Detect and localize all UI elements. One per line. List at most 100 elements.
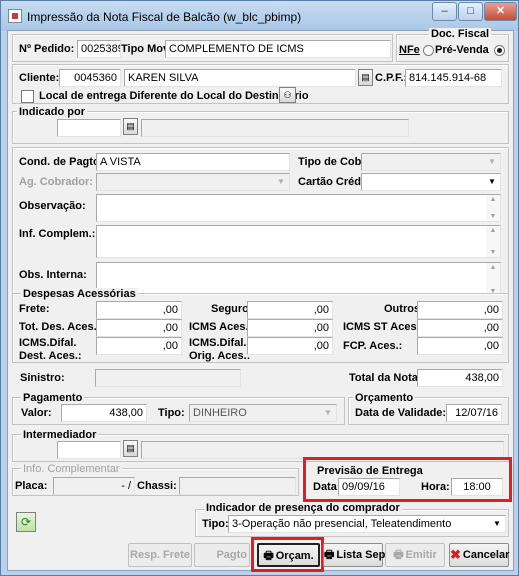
refresh-button[interactable]: ⟳ (16, 512, 36, 532)
cliente-search-button[interactable]: ▤ (358, 69, 373, 86)
obs-interna-textarea[interactable]: ▲ ▼ (96, 262, 501, 297)
chassi-field[interactable] (179, 477, 296, 495)
observacao-textarea[interactable]: ▲ ▼ (96, 194, 501, 222)
title-bar[interactable]: Impressão da Nota Fiscal de Balcão (w_bl… (1, 1, 518, 31)
valor-field[interactable]: 438,00 (61, 404, 147, 422)
indicado-title: Indicado por (17, 106, 87, 118)
indicado-codigo-field[interactable] (57, 119, 121, 137)
presenca-tipo-label: Tipo: (202, 518, 229, 530)
outros-field[interactable]: ,00 (417, 301, 503, 319)
orcamento-title: Orçamento (353, 392, 416, 404)
info-complementar-panel: Info. Complementar Placa: - / Chassi: (12, 463, 299, 496)
window: Impressão da Nota Fiscal de Balcão (w_bl… (0, 0, 519, 576)
info-complementar-title: Info. Complementar (21, 463, 122, 475)
icms-st-label: ICMS ST Aces.: (343, 321, 424, 333)
placa-field[interactable]: - / (53, 477, 135, 495)
page-icon: ▤ (361, 72, 370, 82)
placa-label: Placa: (15, 480, 48, 492)
page-icon: ▤ (126, 443, 135, 453)
entrega-button[interactable]: ⚇ (279, 87, 296, 103)
cancelar-label: Cancelar (462, 549, 510, 561)
close-button[interactable]: ✕ (484, 2, 517, 21)
validade-field[interactable]: 12/07/16 (446, 404, 502, 422)
icms-difal-dest-field[interactable]: ,00 (96, 337, 182, 355)
inf-complem-textarea[interactable]: ▲ ▼ (96, 225, 501, 258)
pagamento-title: Pagamento (21, 392, 85, 404)
despesas-title: Despesas Acessórias (21, 288, 138, 300)
pagto-button[interactable]: Pagto (194, 543, 250, 567)
cliente-label: Cliente: (19, 72, 60, 84)
presenca-tipo-select[interactable]: 3-Operação não presencial, Teleatendimen… (228, 515, 506, 533)
cartao-label: Cartão Créd: (298, 176, 365, 188)
header-panel: Nº Pedido: 0025389 Tipo Mov.: COMPLEMENT… (12, 34, 393, 62)
tipo-pagamento-label: Tipo: (158, 407, 185, 419)
pedido-field[interactable]: 0025389 (77, 40, 121, 58)
icms-difal-orig-label1: ICMS.Difal. (189, 337, 247, 349)
icms-difal-orig-field[interactable]: ,00 (247, 337, 333, 355)
cancelar-button[interactable]: ✖ Cancelar (449, 543, 509, 567)
minimize-icon: – (441, 5, 448, 17)
emitir-label: Emitir (405, 549, 437, 561)
cpf-field[interactable]: 814.145.914-68 (405, 69, 502, 87)
cartao-select[interactable]: ▼ (361, 173, 501, 191)
obs-interna-label: Obs. Interna: (19, 269, 87, 281)
chevron-down-icon: ▼ (488, 157, 496, 166)
entrega-checkbox[interactable] (21, 90, 34, 103)
nfe-label: NFe (399, 44, 420, 56)
lista-sep-button[interactable]: 🖶 Lista Sep (323, 543, 385, 567)
cpf-label: C.P.F.: (375, 72, 408, 84)
cliente-nome-field[interactable]: KAREN SILVA (124, 69, 356, 87)
inf-complem-label: Inf. Complem.: (19, 228, 96, 240)
indicado-search-button[interactable]: ▤ (123, 118, 138, 135)
indicado-panel: Indicado por ▤ (12, 106, 509, 144)
scroll-up-icon: ▲ (489, 264, 497, 271)
tipo-cob-label: Tipo de Cob.: (298, 156, 369, 168)
tot-des-field[interactable]: ,00 (96, 319, 182, 337)
cond-pagto-field[interactable]: A VISTA (96, 153, 290, 171)
pre-venda-radio[interactable] (494, 45, 505, 56)
total-nota-label: Total da Nota: (349, 372, 422, 384)
tipo-mov-field[interactable]: COMPLEMENTO DE ICMS (165, 40, 391, 58)
fcp-field[interactable]: ,00 (417, 337, 503, 355)
frete-field[interactable]: ,00 (96, 301, 182, 319)
page-icon: ▤ (126, 121, 135, 131)
scroll-down-icon: ▼ (489, 249, 497, 256)
intermediador-codigo-field[interactable] (57, 441, 121, 459)
scroll-up-icon: ▲ (489, 227, 497, 234)
inf-complem-scrollbar[interactable]: ▲ ▼ (486, 226, 500, 257)
window-title: Impressão da Nota Fiscal de Balcão (w_bl… (27, 10, 302, 24)
form-body: Nº Pedido: 0025389 Tipo Mov.: COMPLEMENT… (7, 28, 514, 572)
seguro-field[interactable]: ,00 (247, 301, 333, 319)
resp-frete-button[interactable]: Resp. Frete (128, 543, 192, 567)
cond-pagto-label: Cond. de Pagto: (19, 156, 104, 168)
observacao-scrollbar[interactable]: ▲ ▼ (486, 195, 500, 221)
pagto-label: Pagto (216, 549, 247, 561)
tipo-pagamento-select[interactable]: DINHEIRO ▼ (189, 404, 337, 422)
chevron-down-icon: ▼ (324, 408, 332, 417)
icms-difal-orig-label2: Orig. Aces.: (189, 350, 251, 362)
intermediador-search-button[interactable]: ▤ (123, 440, 138, 457)
icms-aces-field[interactable]: ,00 (247, 319, 333, 337)
obs-interna-scrollbar[interactable]: ▲ ▼ (486, 263, 500, 296)
cliente-panel: Cliente: 0045360 KAREN SILVA ▤ C.P.F.: 8… (12, 64, 509, 104)
chevron-down-icon: ▼ (493, 519, 501, 528)
chassi-label: Chassi: (137, 480, 177, 492)
minimize-button[interactable]: – (432, 2, 457, 21)
tipo-cob-select[interactable]: ▼ (361, 153, 501, 171)
app-icon (8, 9, 22, 23)
indicado-nome-field (141, 119, 409, 137)
chevron-down-icon: ▼ (277, 177, 285, 186)
ag-cobrador-select[interactable]: ▼ (96, 173, 290, 191)
total-nota-field[interactable]: 438,00 (417, 369, 503, 387)
emitir-button[interactable]: 🖶 Emitir (385, 543, 445, 567)
maximize-button[interactable]: □ (458, 2, 483, 21)
nfe-radio[interactable] (423, 45, 434, 56)
maximize-icon: □ (467, 5, 474, 17)
doc-fiscal-title: Doc. Fiscal (429, 28, 492, 40)
icms-difal-dest-label1: ICMS.Difal. (19, 337, 77, 349)
close-icon: ✕ (495, 5, 506, 17)
binoculars-icon: ⚇ (283, 90, 292, 100)
despesas-panel: Despesas Acessórias Frete: ,00 Seguro: ,… (12, 288, 509, 363)
cliente-codigo-field[interactable]: 0045360 (59, 69, 121, 87)
icms-st-field[interactable]: ,00 (417, 319, 503, 337)
